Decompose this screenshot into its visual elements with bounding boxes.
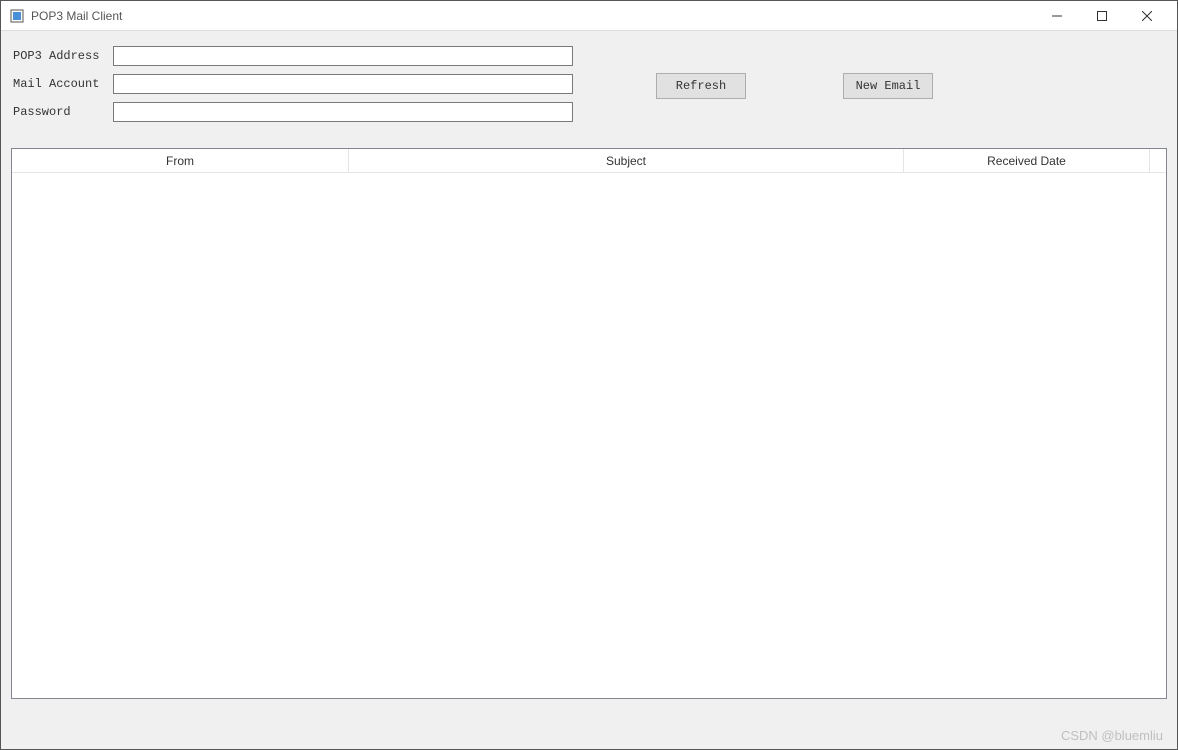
app-icon (9, 8, 25, 24)
window-title: POP3 Mail Client (31, 9, 1034, 23)
password-input[interactable] (113, 102, 573, 122)
window-controls (1034, 1, 1169, 30)
column-header-spacer (1150, 149, 1166, 172)
refresh-button[interactable]: Refresh (656, 73, 746, 99)
column-header-subject[interactable]: Subject (349, 149, 904, 172)
watermark: CSDN @bluemliu (1061, 728, 1163, 743)
email-list: From Subject Received Date (11, 148, 1167, 699)
close-button[interactable] (1124, 1, 1169, 30)
new-email-button[interactable]: New Email (843, 73, 933, 99)
minimize-button[interactable] (1034, 1, 1079, 30)
pop3-address-label: POP3 Address (13, 49, 113, 63)
mail-account-input[interactable] (113, 74, 573, 94)
form-area: POP3 Address Mail Account Password Refre… (1, 31, 1177, 148)
password-label: Password (13, 105, 113, 119)
list-header: From Subject Received Date (12, 149, 1166, 173)
titlebar: POP3 Mail Client (1, 1, 1177, 31)
column-header-from[interactable]: From (12, 149, 349, 172)
mail-account-label: Mail Account (13, 77, 113, 91)
maximize-button[interactable] (1079, 1, 1124, 30)
pop3-address-input[interactable] (113, 46, 573, 66)
bottom-bar: CSDN @bluemliu (1, 709, 1177, 749)
list-body[interactable] (12, 173, 1166, 698)
column-header-received-date[interactable]: Received Date (904, 149, 1150, 172)
